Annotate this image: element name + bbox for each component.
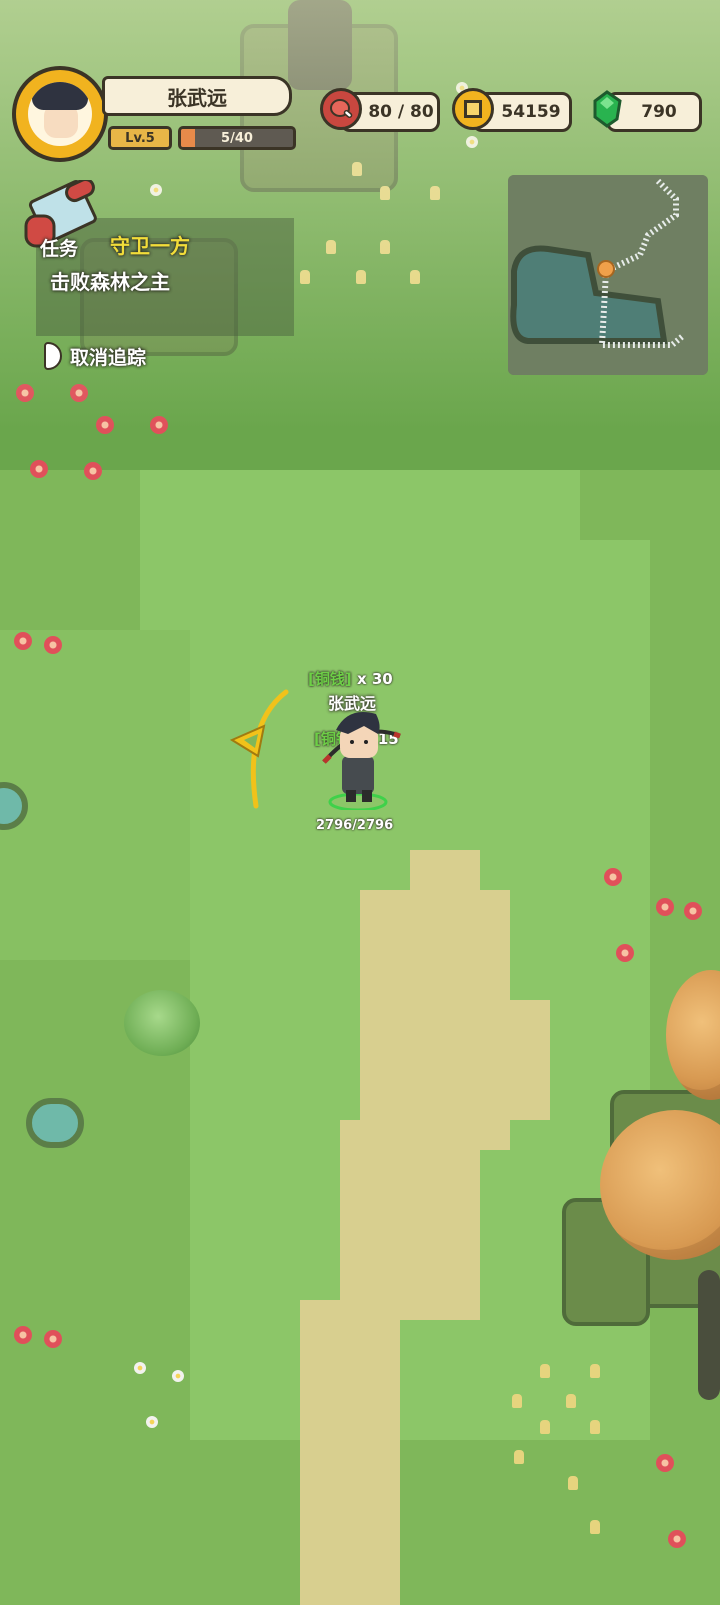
bush [124,990,200,1056]
player-name-plate[interactable]: 张武远 [102,76,292,116]
dirt-path [340,1120,480,1320]
gem-value: 790 [641,102,677,122]
red-flower [604,868,622,886]
quest-title[interactable]: 守卫一方 [110,230,190,259]
toggle-icon [44,342,62,370]
grass-tuft [540,1420,550,1434]
player-marker-icon [597,260,615,278]
red-flower [616,944,634,962]
minimap-terrain [508,175,708,375]
level-text: Lv.5 [125,130,155,146]
exp-bar: 5/40 [178,126,296,150]
game-screen[interactable]: [铜钱] x 30 张武远 [铜钱] x 15 2796/2796 张武远 Lv… [0,0,720,1605]
loot-popup: [铜钱] x 30 [308,670,393,688]
grass-tuft [590,1520,600,1534]
red-flower [84,462,102,480]
player-avatar[interactable] [12,66,108,162]
grass-tuft [566,1394,576,1408]
player-character[interactable] [318,700,402,810]
grass-area [0,630,190,960]
tree-trunk [698,1270,720,1400]
white-flower [172,1370,184,1382]
player-name: 张武远 [167,85,227,110]
target-direction-arrow-icon [229,689,289,809]
avatar-portrait [28,82,92,146]
coin-value: 54159 [501,102,561,122]
coin-icon [452,88,494,130]
player-hp-label: 2796/2796 [316,818,394,833]
red-flower [656,1454,674,1472]
red-flower [14,1326,32,1344]
cancel-tracking-label: 取消追踪 [70,346,147,369]
grass-tuft [514,1450,524,1464]
autumn-tree [666,970,720,1100]
grass-tuft [512,1394,522,1408]
quest-label: 任务 [40,238,79,260]
loot-item-name: 铜钱 [314,670,345,688]
dirt-path [440,1000,550,1120]
red-flower [684,902,702,920]
loot-count: x 30 [356,670,393,688]
red-flower [668,1530,686,1548]
white-flower [134,1362,146,1374]
grass-tuft [540,1364,550,1378]
cancel-tracking-button[interactable]: 取消追踪 [44,342,146,370]
dirt-path [300,1300,400,1605]
grass-tuft [590,1420,600,1434]
level-badge: Lv.5 [108,126,172,150]
red-flower [30,460,48,478]
grass-tuft [590,1364,600,1378]
quest-objective: 击败森林之主 [50,270,170,294]
white-flower [146,1416,158,1428]
pond [26,1098,84,1148]
exp-text: 5/40 [221,130,253,146]
gem-icon [586,88,628,130]
grass-tuft [568,1476,578,1490]
exp-bar-fill [181,129,195,147]
red-flower [44,636,62,654]
red-flower [656,898,674,916]
minimap[interactable] [508,175,708,375]
red-flower [44,1330,62,1348]
meat-icon [320,88,362,130]
dirt-path [410,850,480,910]
red-flower [14,632,32,650]
grass-area [400,540,650,660]
